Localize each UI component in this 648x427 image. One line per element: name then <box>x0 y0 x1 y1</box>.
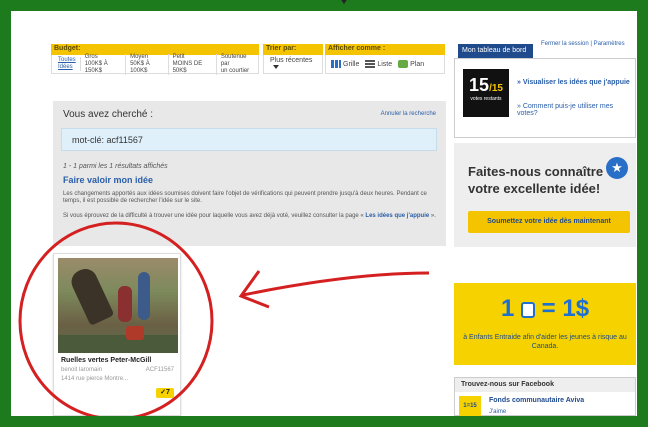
facebook-heading: Trouvez-nous sur Facebook <box>455 378 635 392</box>
sort-filter-label: Trier par: <box>263 44 323 55</box>
promote-idea-link[interactable]: Faire valoir mon idée <box>63 175 153 185</box>
submit-idea-button[interactable]: Soumettez votre idée dès maintenant <box>468 211 630 233</box>
budget-option-small[interactable]: Petit MOINS DE 50K$ <box>169 53 217 75</box>
screenshot-frame: Budget: Toutes Idées Gros 100K$ À 150K$ Mo… <box>5 5 643 422</box>
vote-count-badge: ✓7 <box>156 388 174 398</box>
votes-remaining: 15/15 votes restants <box>463 69 509 117</box>
dashboard-tab[interactable]: Mon tableau de bord <box>458 44 533 58</box>
share-idea-heading: Faites-nous connaître votre excellente i… <box>468 164 604 196</box>
search-keyword: mot-clé: acf11567 <box>61 128 437 151</box>
like-icon <box>520 301 535 318</box>
chevron-down-icon <box>273 65 279 70</box>
idea-photo <box>58 258 178 353</box>
results-count: 1 - 1 parmi les 1 résultats affichés <box>63 163 168 170</box>
view-filter-label: Afficher comme : <box>325 44 445 55</box>
facebook-page-name[interactable]: Fonds communautaire Aviva <box>489 397 584 404</box>
budget-option-all[interactable]: Toutes Idées <box>54 57 81 71</box>
promo-text: à Enfants Entraide afin d'aider les jeun… <box>463 334 627 350</box>
idea-code: ACF11567 <box>145 367 174 373</box>
budget-option-broker[interactable]: Soutenue par un courtier <box>217 54 256 75</box>
idea-address: 1414 rue pierce Montre... <box>61 376 129 382</box>
cancel-search-link[interactable]: Annuler la recherche <box>381 111 436 117</box>
view-filter: Afficher comme : Grille Liste Plan <box>325 44 445 74</box>
view-grid-button[interactable]: Grille <box>331 60 359 68</box>
how-to-vote-link[interactable]: » Comment puis-je utiliser mes votes? <box>517 103 632 117</box>
search-title: Vous avez cherché : <box>63 109 154 120</box>
budget-option-large[interactable]: Gros 100K$ À 150K$ <box>81 53 127 75</box>
view-list-button[interactable]: Liste <box>365 60 392 68</box>
promo-equation: 1 = 1$ <box>500 295 590 322</box>
session-links[interactable]: Fermer la session | Paramètres <box>541 41 625 47</box>
view-supported-ideas-link[interactable]: » Visualiser les idées que j'appuie <box>517 79 632 86</box>
facebook-widget: Trouvez-nous sur Facebook 1=15 Fonds com… <box>454 377 636 416</box>
info-paragraph: Les changements apportés aux idées soumi… <box>63 191 427 204</box>
view-map-button[interactable]: Plan <box>398 60 424 68</box>
page: Budget: Toutes Idées Gros 100K$ À 150K$ Mo… <box>11 11 637 416</box>
donation-promo[interactable]: 1 = 1$ à Enfants Entraide afin d'aider l… <box>454 283 636 365</box>
idea-card[interactable]: Ruelles vertes Peter-McGill benoit larom… <box>53 253 181 416</box>
idea-title[interactable]: Ruelles vertes Peter-McGill <box>61 357 151 364</box>
map-icon <box>398 60 409 68</box>
sort-select[interactable]: Plus récentes <box>266 57 320 71</box>
grid-icon <box>331 60 341 68</box>
share-idea-panel: Faites-nous connaître votre excellente i… <box>454 143 636 247</box>
help-paragraph: Si vous éprouvez de la difficulté à trou… <box>63 213 436 219</box>
facebook-like-button[interactable]: J'aime <box>489 409 506 415</box>
list-icon <box>365 60 376 68</box>
search-summary: Vous avez cherché : Annuler la recherche… <box>53 101 446 246</box>
supported-ideas-link[interactable]: Les idées que j'appuie <box>365 213 429 219</box>
aviva-logo: 1=15 <box>459 396 481 416</box>
star-icon: ★ <box>606 157 628 179</box>
idea-author: benoit laromain <box>61 367 103 373</box>
budget-option-medium[interactable]: Moyen 50K$ À 100K$ <box>126 53 169 75</box>
sort-filter: Trier par: Plus récentes <box>263 44 323 74</box>
arrow-down-icon <box>340 0 348 4</box>
dashboard-panel: 15/15 votes restants » Visualiser les id… <box>454 58 636 138</box>
budget-filter: Budget: Toutes Idées Gros 100K$ À 150K$ Mo… <box>51 44 259 75</box>
